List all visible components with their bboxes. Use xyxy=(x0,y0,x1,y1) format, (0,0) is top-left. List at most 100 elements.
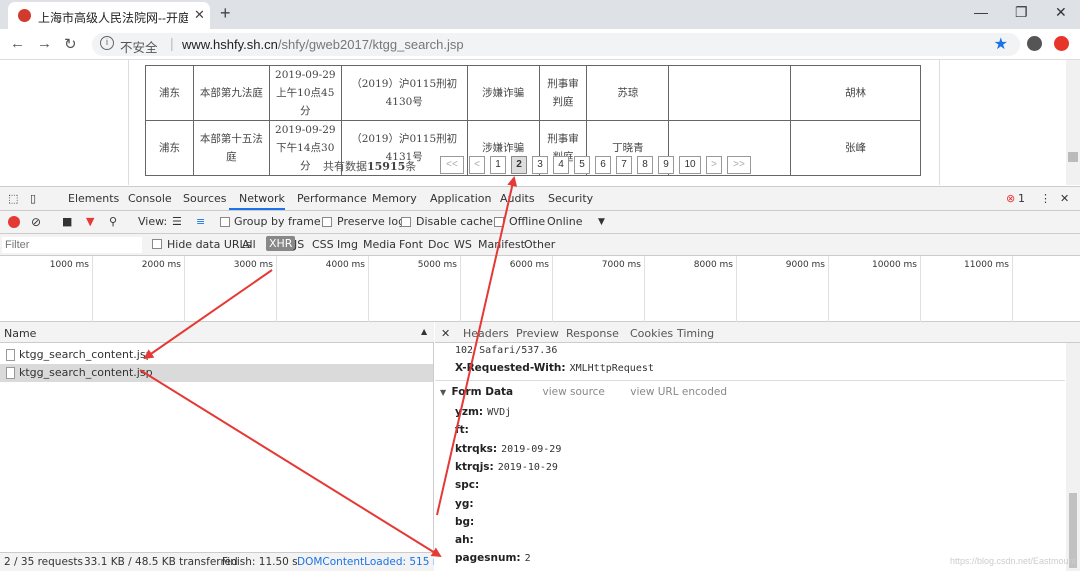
clear-icon[interactable]: ⊘ xyxy=(31,215,41,229)
pager-page[interactable]: 5 xyxy=(574,156,590,174)
pager-page[interactable]: 10 xyxy=(679,156,701,174)
devtools-tab-application[interactable]: Application xyxy=(430,192,491,205)
pager-first[interactable]: << xyxy=(440,156,464,174)
pager-page[interactable]: 2 xyxy=(511,156,527,174)
form-field-key: ktrqks: xyxy=(455,442,498,455)
more-menu-icon[interactable]: ⋮ xyxy=(1040,192,1051,205)
restore-icon[interactable]: ❐ xyxy=(1015,4,1028,21)
close-devtools-icon[interactable]: ✕ xyxy=(1060,192,1069,205)
pager-page[interactable]: 9 xyxy=(658,156,674,174)
request-name: ktgg_search_content.jsp xyxy=(19,366,153,379)
reload-icon[interactable]: ↻ xyxy=(64,35,77,53)
forward-icon[interactable]: → xyxy=(37,35,52,52)
details-scrollbar[interactable] xyxy=(1066,343,1080,571)
device-toolbar-icon[interactable]: ▯ xyxy=(30,192,36,205)
filter-type-ws[interactable]: WS xyxy=(454,238,472,251)
details-tab-headers[interactable]: Headers xyxy=(463,327,509,340)
filter-type-doc[interactable]: Doc xyxy=(428,238,449,251)
details-tab-preview[interactable]: Preview xyxy=(516,327,559,340)
devtools-tab-elements[interactable]: Elements xyxy=(68,192,119,205)
waterfall-icon[interactable]: ≡ xyxy=(196,215,205,228)
filter-type-js[interactable]: JS xyxy=(294,238,304,251)
profile-avatar-icon[interactable] xyxy=(1027,36,1042,51)
extension-icon[interactable] xyxy=(1054,36,1069,51)
browser-tab[interactable]: 上海市高级人民法院网--开庭公告 ✕ xyxy=(8,2,210,29)
screenshot-camera-icon[interactable]: ■ xyxy=(62,215,72,228)
error-count[interactable]: 1 xyxy=(1018,192,1025,205)
back-icon[interactable]: ← xyxy=(10,35,25,52)
group-by-frame-checkbox[interactable] xyxy=(220,217,230,227)
devtools-tab-performance[interactable]: Performance xyxy=(297,192,367,205)
form-data-section-header[interactable]: ▼ Form Data view source view URL encoded xyxy=(440,386,727,398)
view-url-encoded-link[interactable]: view URL encoded xyxy=(630,386,727,398)
expand-triangle-icon[interactable]: ▼ xyxy=(440,388,446,397)
info-icon[interactable]: i xyxy=(100,36,114,50)
pager-last[interactable]: >> xyxy=(727,156,751,174)
network-overview-timeline[interactable]: 1000 ms 2000 ms 3000 ms 4000 ms 5000 ms 6000 … xyxy=(0,256,1080,322)
devtools-tab-network[interactable]: Network xyxy=(239,192,285,205)
hide-data-urls-checkbox[interactable] xyxy=(152,239,162,249)
filter-type-other[interactable]: Other xyxy=(524,238,555,251)
filter-type-all[interactable]: All xyxy=(242,238,256,251)
error-badge-icon[interactable]: ⊗ xyxy=(1006,192,1015,205)
filter-type-manifest[interactable]: Manifest xyxy=(478,238,525,251)
pager-next[interactable]: > xyxy=(706,156,722,174)
offline-checkbox[interactable] xyxy=(494,217,504,227)
devtools-tab-sources[interactable]: Sources xyxy=(183,192,227,205)
devtools-tab-audits[interactable]: Audits xyxy=(500,192,535,205)
bookmark-star-icon[interactable]: ★ xyxy=(994,34,1008,54)
request-row[interactable]: ktgg_search_content.jsp xyxy=(0,346,433,364)
minimize-icon[interactable]: — xyxy=(974,4,988,20)
throttling-dropdown-icon[interactable]: ▼ xyxy=(598,217,605,227)
url-separator: | xyxy=(170,35,174,51)
page-scrollbar[interactable] xyxy=(1066,60,1080,185)
disable-cache-checkbox[interactable] xyxy=(401,217,411,227)
large-rows-icon[interactable]: ☰ xyxy=(172,215,182,228)
new-tab-icon[interactable]: + xyxy=(220,3,231,24)
pager-prev[interactable]: < xyxy=(469,156,485,174)
inspect-element-icon[interactable]: ⬚ xyxy=(8,192,18,205)
disable-cache-label: Disable cache xyxy=(416,215,493,228)
user-agent-value: 102 Safari/537.36 xyxy=(455,345,558,356)
close-tab-icon[interactable]: ✕ xyxy=(194,7,205,23)
pager-page[interactable]: 7 xyxy=(616,156,632,174)
record-icon[interactable] xyxy=(8,216,20,228)
details-tab-timing[interactable]: Timing xyxy=(677,327,714,340)
tab-title: 上海市高级人民法院网--开庭公告 xyxy=(38,11,188,25)
filter-type-media[interactable]: Media xyxy=(363,238,396,251)
devtools-panel: ⬚ ▯ Elements Console Sources Network Perform… xyxy=(0,186,1080,571)
pager-page[interactable]: 8 xyxy=(637,156,653,174)
sort-ascending-icon[interactable]: ▲ xyxy=(421,327,427,336)
preserve-log-checkbox[interactable] xyxy=(322,217,332,227)
name-column-header[interactable]: Name xyxy=(4,327,36,340)
filter-type-font[interactable]: Font xyxy=(399,238,423,251)
request-row[interactable]: ktgg_search_content.jsp xyxy=(0,364,433,382)
filter-funnel-icon[interactable]: ▼ xyxy=(86,215,94,228)
watermark: https://blog.csdn.net/Eastmount xyxy=(950,556,1077,566)
details-tab-response[interactable]: Response xyxy=(566,327,619,340)
filter-type-css[interactable]: CSS xyxy=(312,238,334,251)
throttling-select[interactable]: Online xyxy=(547,215,582,228)
filter-input[interactable] xyxy=(2,237,142,253)
filter-type-img[interactable]: Img xyxy=(337,238,358,251)
devtools-tab-console[interactable]: Console xyxy=(128,192,172,205)
devtools-tab-security[interactable]: Security xyxy=(548,192,593,205)
address-bar[interactable]: i 不安全 | www.hshfy.sh.cn/shfy/gweb2017/kt… xyxy=(92,33,1020,56)
page-scrollbar-thumb[interactable] xyxy=(1068,152,1078,162)
view-label: View: xyxy=(138,215,168,228)
view-source-link[interactable]: view source xyxy=(543,386,605,398)
filter-type-xhr[interactable]: XHR xyxy=(266,236,296,251)
total-count: 共有数据15915条 xyxy=(323,158,416,174)
pager-page[interactable]: 6 xyxy=(595,156,611,174)
search-icon[interactable]: ⚲ xyxy=(109,215,117,228)
x-requested-with-row: X-Requested-With: XMLHttpRequest xyxy=(455,362,654,374)
devtools-tab-memory[interactable]: Memory xyxy=(372,192,417,205)
close-window-icon[interactable]: ✕ xyxy=(1055,4,1067,21)
details-tab-cookies[interactable]: Cookies xyxy=(630,327,673,340)
pager-page[interactable]: 4 xyxy=(553,156,569,174)
close-details-icon[interactable]: ✕ xyxy=(441,327,450,340)
file-icon xyxy=(6,349,15,361)
pager-page[interactable]: 1 xyxy=(490,156,506,174)
timeline-gridline xyxy=(552,256,553,322)
pager-page[interactable]: 3 xyxy=(532,156,548,174)
